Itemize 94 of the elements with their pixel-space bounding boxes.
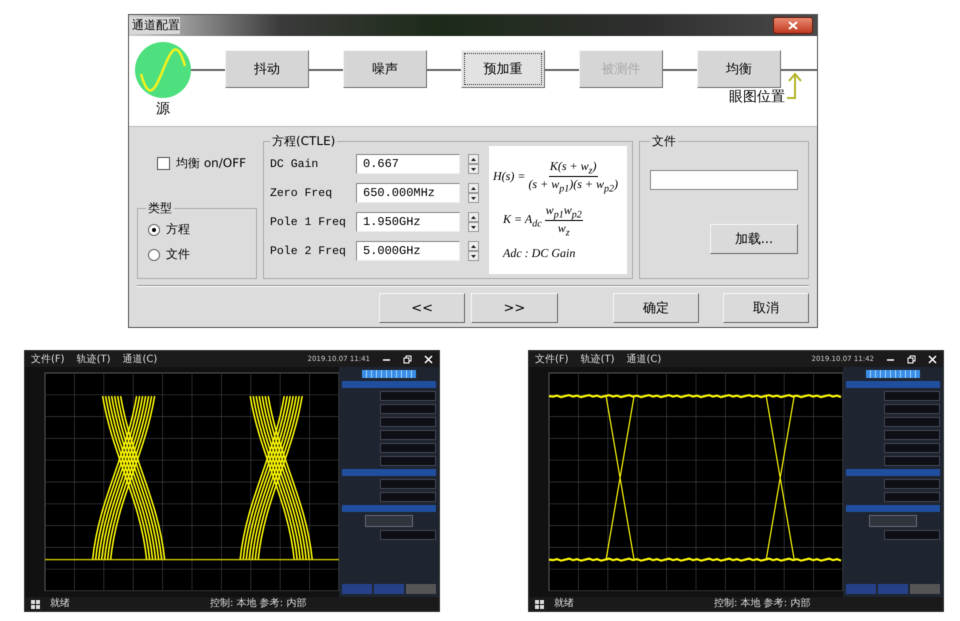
input-field[interactable]: 5.000GHz (356, 241, 460, 261)
input-field[interactable]: 0.667 (356, 154, 460, 174)
panel-field[interactable] (380, 530, 436, 540)
radio-label: 方程 (166, 221, 190, 238)
checkbox[interactable] (157, 157, 170, 170)
stage-button[interactable]: 抖动 (225, 50, 309, 88)
menu-item[interactable]: 轨迹(T) (580, 352, 614, 366)
panel-field[interactable] (884, 430, 940, 440)
dialog-button[interactable]: 确定 (612, 293, 699, 323)
status-text: 就绪 (50, 598, 70, 610)
panel-field[interactable] (380, 479, 436, 489)
panel-field[interactable] (380, 430, 436, 440)
panel-field[interactable] (884, 391, 940, 401)
status-text: 就绪 (554, 598, 574, 610)
menu-item[interactable]: 文件(F) (535, 352, 569, 366)
status-info: 控制: 本地 参考: 内部 (210, 598, 306, 610)
restore-icon[interactable] (403, 354, 412, 364)
spin-up-button[interactable] (468, 241, 479, 251)
field-label: Pole 2 Freq (270, 244, 347, 258)
dialog-button[interactable]: 取消 (722, 293, 810, 323)
checkbox-label: 均衡 on/OFF (176, 155, 246, 172)
spin-up-button[interactable] (468, 212, 479, 222)
panel-field[interactable] (380, 456, 436, 466)
spin-down-button[interactable] (468, 222, 479, 232)
panel-field[interactable] (380, 417, 436, 427)
menu-item[interactable]: 文件(F) (31, 352, 65, 366)
close-icon[interactable] (424, 354, 433, 364)
spin-down-button[interactable] (468, 251, 479, 261)
field-label: DC Gain (270, 158, 320, 170)
close-icon (788, 21, 798, 30)
down-arrow-icon (471, 226, 476, 228)
panel-button[interactable] (869, 515, 917, 527)
formula-text: Adc : DC Gain (503, 246, 576, 262)
spin-down-button[interactable] (468, 164, 479, 174)
progress-indicator (362, 370, 416, 378)
up-arrow-icon (471, 186, 476, 190)
load-button[interactable]: 加载... (710, 224, 798, 254)
group-title: 文件 (651, 133, 677, 150)
panel-field[interactable] (884, 456, 940, 466)
close-button[interactable] (773, 17, 813, 34)
panel-field[interactable] (380, 492, 436, 502)
panel-field[interactable] (884, 479, 940, 489)
menu-item[interactable]: 通道(C) (626, 352, 662, 366)
down-arrow-icon (471, 196, 476, 200)
panel-field[interactable] (884, 404, 940, 414)
panel-field[interactable] (884, 417, 940, 427)
close-icon[interactable] (928, 354, 937, 364)
stage-button[interactable]: 噪声 (343, 50, 427, 88)
stage-button[interactable]: 均衡 (697, 50, 781, 88)
panel-field[interactable] (884, 443, 940, 453)
spin-up-button[interactable] (468, 154, 479, 164)
radio-button[interactable] (148, 224, 160, 236)
radio-label: 文件 (166, 246, 190, 263)
input-field[interactable]: 650.000MHz (356, 183, 460, 203)
stage-button[interactable]: 预加重 (461, 50, 545, 88)
source-label: 源 (156, 100, 170, 118)
input-field[interactable] (650, 170, 798, 190)
radio-button[interactable] (148, 248, 160, 260)
spin-down-button[interactable] (468, 193, 479, 203)
down-arrow-icon (471, 254, 476, 258)
up-arrow-icon (471, 244, 476, 248)
dialog-button[interactable]: << (379, 293, 466, 323)
fraction-numerator: K(s + w$_{z}$) (548, 158, 598, 178)
fraction-denominator: (s + w$_{p1}$)(s + w$_{p2}$) (528, 177, 618, 194)
input-field[interactable]: 1.950GHz (356, 212, 460, 232)
formula-text: K = A$_{dc}$ (503, 212, 542, 230)
fraction-numerator: w$_{p1}$w$_{p2}$ (544, 202, 583, 221)
menu-item[interactable]: 轨迹(T) (76, 352, 110, 366)
eye-position-label: 眼图位置 (729, 88, 785, 106)
up-arrow-icon (471, 216, 476, 218)
panel-field[interactable] (884, 492, 940, 502)
window-title: 通道配置 (129, 17, 180, 34)
restore-icon[interactable] (907, 354, 916, 364)
menu-item[interactable]: 通道(C) (122, 352, 158, 366)
group-title: 方程(CTLE) (271, 133, 336, 150)
spin-up-button[interactable] (468, 183, 479, 193)
grid-icon[interactable] (31, 600, 40, 608)
fraction-denominator: w$_{z}$ (558, 220, 570, 238)
down-arrow-icon (471, 168, 476, 170)
formula-text: H(s) = (493, 169, 526, 184)
up-arrow-icon (471, 158, 476, 160)
group-title: 类型 (147, 200, 173, 217)
field-label: Pole 1 Freq (270, 216, 347, 228)
progress-indicator (866, 370, 920, 378)
panel-field[interactable] (884, 530, 940, 540)
panel-field[interactable] (380, 391, 436, 401)
panel-field[interactable] (380, 404, 436, 414)
sine-wave-icon (135, 42, 191, 98)
dialog-button[interactable]: >> (471, 293, 558, 323)
grid-icon[interactable] (535, 600, 544, 608)
panel-field[interactable] (380, 443, 436, 453)
field-label: Zero Freq (270, 186, 334, 200)
panel-button[interactable] (365, 515, 413, 527)
status-info: 控制: 本地 参考: 内部 (714, 598, 810, 610)
